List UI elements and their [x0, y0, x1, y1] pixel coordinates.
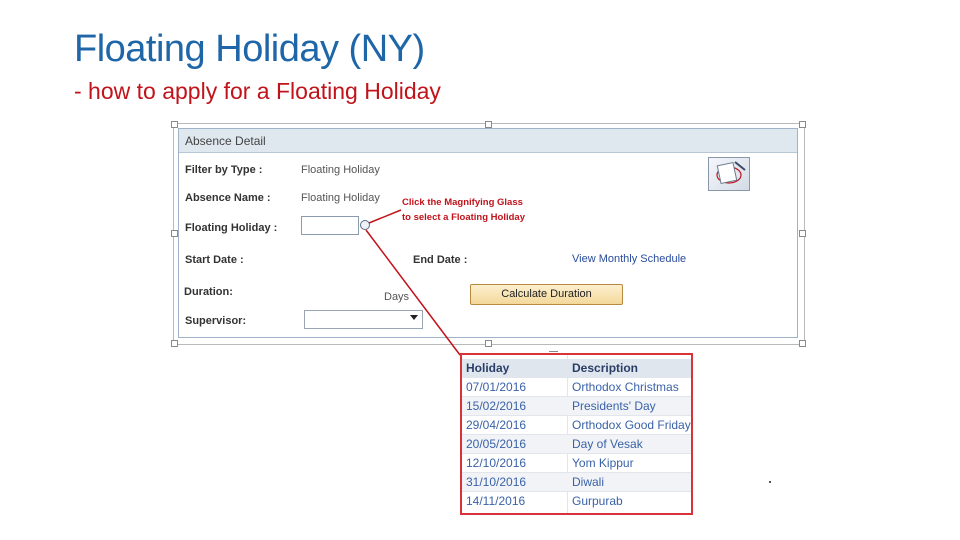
- holiday-date[interactable]: 29/04/2016: [466, 418, 526, 432]
- holiday-description[interactable]: Orthodox Good Friday: [572, 418, 691, 432]
- holiday-lookup-popup: Holiday Description 07/01/2016 Orthodox …: [460, 353, 693, 515]
- table-row[interactable]: 20/05/2016 Day of Vesak: [462, 435, 691, 454]
- holiday-description[interactable]: Orthodox Christmas: [572, 380, 679, 394]
- table-row[interactable]: 15/02/2016 Presidents' Day: [462, 397, 691, 416]
- holiday-description[interactable]: Presidents' Day: [572, 399, 656, 413]
- holiday-date[interactable]: 12/10/2016: [466, 456, 526, 470]
- table-row[interactable]: 14/11/2016 Gurpurab: [462, 492, 691, 510]
- callout-arrow-line: [368, 209, 402, 224]
- lookup-header-row: Holiday Description: [462, 359, 691, 378]
- holiday-date[interactable]: 20/05/2016: [466, 437, 526, 451]
- holiday-description[interactable]: Day of Vesak: [572, 437, 643, 451]
- holiday-date[interactable]: 07/01/2016: [466, 380, 526, 394]
- table-row[interactable]: 07/01/2016 Orthodox Christmas: [462, 378, 691, 397]
- stray-dot: [769, 481, 771, 483]
- divider: [549, 351, 558, 352]
- holiday-date[interactable]: 15/02/2016: [466, 399, 526, 413]
- holiday-description[interactable]: Gurpurab: [572, 494, 623, 508]
- table-row[interactable]: 31/10/2016 Diwali: [462, 473, 691, 492]
- table-row[interactable]: 29/04/2016 Orthodox Good Friday: [462, 416, 691, 435]
- holiday-date[interactable]: 31/10/2016: [466, 475, 526, 489]
- holiday-description[interactable]: Yom Kippur: [572, 456, 634, 470]
- column-header-holiday: Holiday: [466, 361, 510, 375]
- popup-connector-line: [365, 229, 461, 356]
- table-row[interactable]: 12/10/2016 Yom Kippur: [462, 454, 691, 473]
- holiday-description[interactable]: Diwali: [572, 475, 604, 489]
- column-header-description: Description: [572, 361, 639, 375]
- holiday-date[interactable]: 14/11/2016: [466, 494, 525, 508]
